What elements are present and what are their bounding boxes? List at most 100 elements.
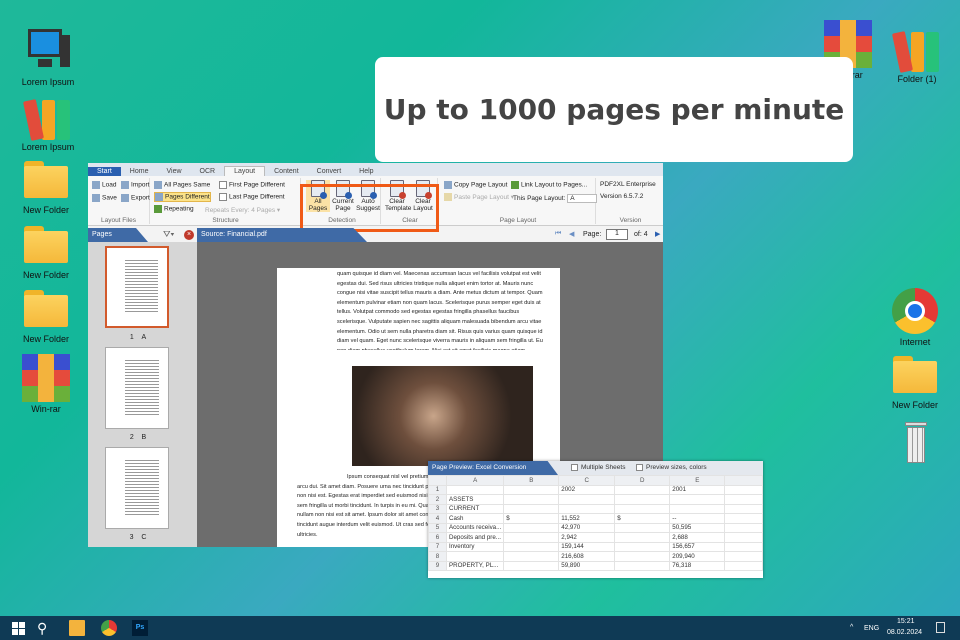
excel-cell[interactable]: 50,595: [669, 522, 726, 533]
excel-cell[interactable]: [503, 551, 560, 562]
desktop-icon-folder[interactable]: New Folder: [10, 284, 82, 344]
row-header[interactable]: 5: [428, 522, 447, 533]
excel-cell[interactable]: [669, 503, 726, 514]
excel-cell[interactable]: 2,688: [669, 532, 726, 543]
row-header[interactable]: 1: [428, 484, 447, 495]
next-page-icon[interactable]: ▶: [655, 230, 660, 238]
export-button[interactable]: Export: [121, 194, 150, 202]
paste-page-layout-button[interactable]: Paste Page Layout ▾: [444, 193, 514, 202]
all-pages-same-button[interactable]: All Pages Same: [154, 181, 210, 189]
photoshop-icon[interactable]: Ps: [132, 620, 148, 636]
desktop-icon-folder[interactable]: New Folder: [10, 155, 82, 215]
excel-cell[interactable]: [614, 532, 671, 543]
excel-cell[interactable]: 76,318: [669, 560, 726, 571]
excel-cell[interactable]: [724, 532, 763, 543]
copy-page-layout-button[interactable]: Copy Page Layout: [444, 181, 507, 189]
excel-cell[interactable]: 156,657: [669, 541, 726, 552]
desktop-icon-internet[interactable]: Internet: [879, 287, 951, 347]
excel-cell[interactable]: 11,552: [558, 513, 616, 524]
excel-cell[interactable]: [503, 484, 560, 495]
preview-sizes-checkbox[interactable]: Preview sizes, colors: [636, 464, 707, 471]
excel-cell[interactable]: --: [669, 513, 726, 524]
desktop-icon-binders[interactable]: Lorem Ipsum: [12, 92, 84, 152]
excel-cell[interactable]: Inventory: [445, 541, 505, 552]
desktop-icon-recycle-bin[interactable]: [879, 418, 951, 468]
excel-cell[interactable]: [503, 522, 560, 533]
pages-different-button[interactable]: Pages Different: [154, 192, 211, 202]
excel-cell[interactable]: CURRENT: [445, 503, 505, 514]
excel-cell[interactable]: [614, 541, 671, 552]
tab-layout[interactable]: Layout: [224, 166, 266, 176]
excel-cell[interactable]: [445, 484, 505, 495]
excel-cell[interactable]: $: [503, 513, 560, 524]
excel-cell[interactable]: 42,970: [558, 522, 616, 533]
excel-cell[interactable]: [503, 494, 560, 505]
last-page-different-checkbox[interactable]: Last Page Different: [219, 193, 285, 201]
excel-cell[interactable]: [614, 551, 671, 562]
import-button[interactable]: Import: [121, 181, 149, 189]
prev-page-icon[interactable]: ◀: [569, 230, 574, 238]
desktop-icon-folder[interactable]: New Folder: [10, 220, 82, 280]
save-button[interactable]: Save: [92, 194, 117, 202]
excel-cell[interactable]: [724, 522, 763, 533]
tab-start[interactable]: Start: [88, 167, 121, 176]
excel-cell[interactable]: [558, 503, 616, 514]
excel-cell[interactable]: [724, 513, 763, 524]
row-header[interactable]: 4: [428, 513, 447, 524]
excel-cell[interactable]: [445, 551, 505, 562]
excel-cell[interactable]: [614, 560, 671, 571]
excel-cell[interactable]: [724, 494, 763, 505]
this-page-layout-select[interactable]: This Page Layout: A: [513, 194, 598, 203]
notifications-icon[interactable]: [936, 622, 945, 633]
excel-cell[interactable]: Cash: [445, 513, 505, 524]
excel-cell[interactable]: Deposits and pre...: [445, 532, 505, 543]
tab-view[interactable]: View: [157, 167, 190, 176]
repeating-button[interactable]: Repeating: [154, 205, 194, 213]
language-indicator[interactable]: ENG: [864, 625, 879, 632]
excel-cell[interactable]: 216,608: [558, 551, 616, 562]
excel-cell[interactable]: [503, 560, 560, 571]
first-page-different-checkbox[interactable]: First Page Different: [219, 181, 285, 189]
excel-cell[interactable]: [614, 522, 671, 533]
excel-cell[interactable]: [724, 484, 763, 495]
desktop-icon-folder[interactable]: New Folder: [879, 350, 951, 410]
page-thumbnail[interactable]: [105, 246, 169, 328]
row-header[interactable]: 7: [428, 541, 447, 552]
search-icon[interactable]: ⚲: [37, 620, 53, 636]
excel-cell[interactable]: 159,144: [558, 541, 616, 552]
clock-time[interactable]: 15:21: [897, 618, 915, 625]
excel-cell[interactable]: [724, 551, 763, 562]
file-explorer-icon[interactable]: [69, 620, 85, 636]
excel-cell[interactable]: PROPERTY, PL...: [445, 560, 505, 571]
tray-chevron-icon[interactable]: ^: [850, 624, 853, 631]
tab-content[interactable]: Content: [265, 167, 308, 176]
excel-cell[interactable]: [503, 532, 560, 543]
excel-cell[interactable]: ASSETS: [445, 494, 505, 505]
excel-cell[interactable]: 59,890: [558, 560, 616, 571]
excel-cell[interactable]: [614, 494, 671, 505]
excel-cell[interactable]: 209,940: [669, 551, 726, 562]
page-thumbnail[interactable]: [105, 447, 169, 529]
close-icon[interactable]: ×: [184, 230, 194, 240]
link-layout-button[interactable]: Link Layout to Pages...: [511, 181, 587, 189]
tab-help[interactable]: Help: [350, 167, 382, 176]
load-button[interactable]: Load: [92, 181, 116, 189]
excel-cell[interactable]: $: [614, 513, 671, 524]
excel-cell[interactable]: 2002: [558, 484, 616, 495]
excel-cell[interactable]: [669, 494, 726, 505]
windows-start-icon[interactable]: [10, 620, 26, 636]
excel-cell[interactable]: [724, 503, 763, 514]
row-header[interactable]: 8: [428, 551, 447, 562]
excel-cell[interactable]: [724, 560, 763, 571]
page-thumbnail[interactable]: [105, 347, 169, 429]
filter-icon[interactable]: ⛛▾: [163, 229, 174, 240]
row-header[interactable]: 3: [428, 503, 447, 514]
excel-cell[interactable]: 2001: [669, 484, 726, 495]
excel-cell[interactable]: [724, 541, 763, 552]
tab-home[interactable]: Home: [121, 167, 158, 176]
multiple-sheets-checkbox[interactable]: Multiple Sheets: [571, 464, 625, 471]
tab-convert[interactable]: Convert: [308, 167, 351, 176]
excel-cell[interactable]: 2,942: [558, 532, 616, 543]
excel-cell[interactable]: [614, 503, 671, 514]
first-page-icon[interactable]: ⏮: [555, 230, 561, 238]
